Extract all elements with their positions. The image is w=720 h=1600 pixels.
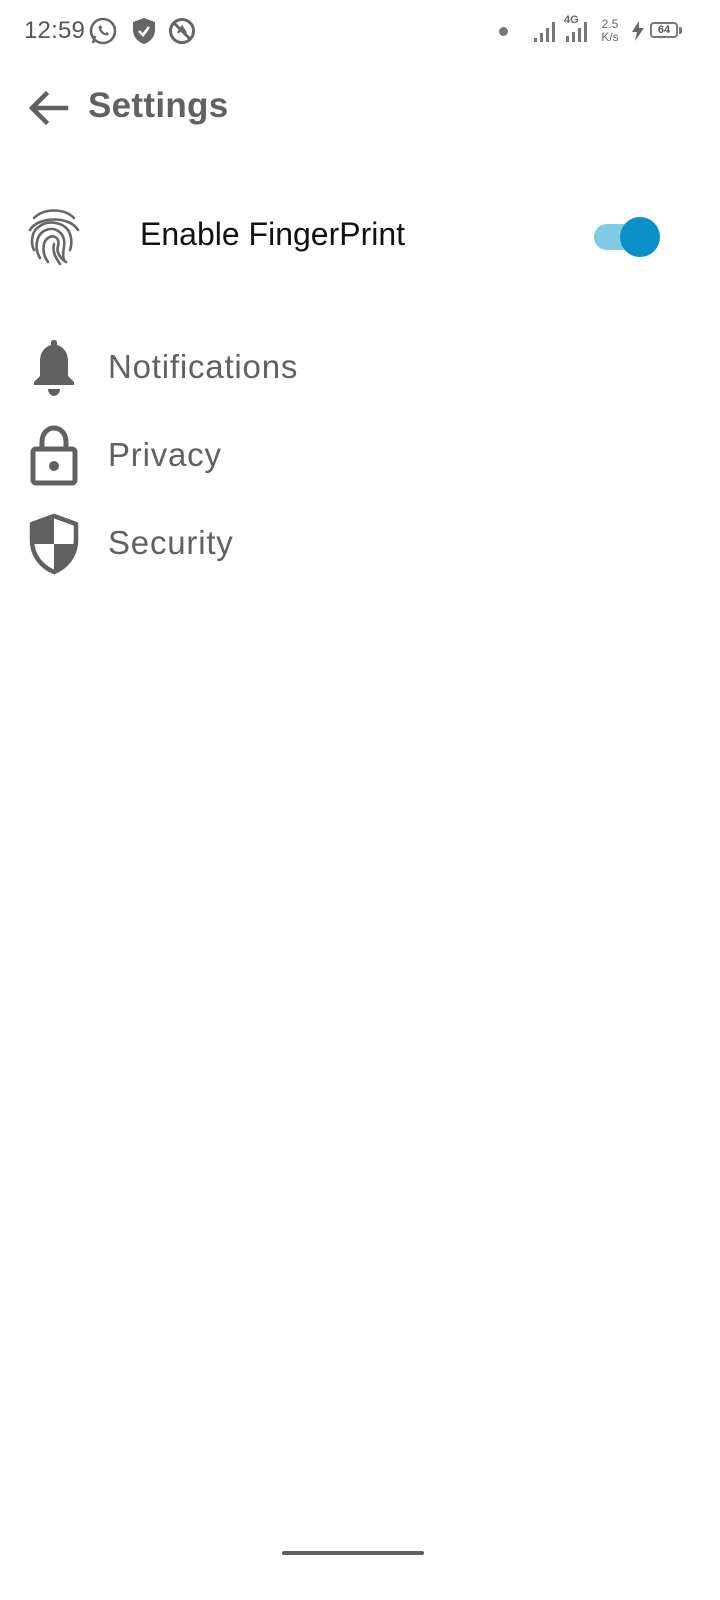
status-bar: 12:59 4G 2.5 K/s 64 [0, 0, 720, 64]
battery-level: 64 [657, 24, 671, 36]
signal-icon [534, 22, 555, 42]
shield-check-icon [133, 18, 155, 44]
app-bar: Settings [0, 70, 720, 146]
lock-icon [30, 425, 78, 486]
battery-icon: 64 [650, 22, 678, 38]
menu-item-privacy[interactable]: Privacy [0, 414, 720, 498]
fingerprint-label: Enable FingerPrint [140, 216, 406, 252]
charging-icon [632, 21, 644, 41]
arrow-left-icon [28, 90, 69, 126]
menu-item-security[interactable]: Security [0, 502, 720, 586]
battery-tip [679, 27, 682, 34]
status-time: 12:59 [24, 17, 86, 44]
fingerprint-toggle[interactable] [592, 214, 664, 258]
notification-dot-icon [499, 27, 508, 36]
no-sync-icon [169, 18, 195, 44]
home-indicator[interactable] [282, 1551, 424, 1555]
net-speed-unit: K/s [601, 30, 619, 44]
shield-icon [29, 513, 79, 575]
menu-item-label: Notifications [108, 348, 299, 385]
net-speed: 2.5 K/s [596, 18, 624, 44]
menu-item-label: Privacy [108, 436, 222, 473]
toggle-thumb [620, 217, 660, 257]
signal-4g-icon [566, 22, 587, 42]
bell-icon [34, 340, 74, 396]
fingerprint-icon [28, 209, 80, 266]
menu-item-label: Security [108, 524, 234, 561]
page-title: Settings [88, 86, 229, 125]
back-button[interactable] [20, 80, 76, 136]
menu-item-notifications[interactable]: Notifications [0, 326, 720, 410]
fingerprint-setting-row[interactable]: Enable FingerPrint [0, 196, 720, 276]
whatsapp-icon [89, 17, 117, 45]
